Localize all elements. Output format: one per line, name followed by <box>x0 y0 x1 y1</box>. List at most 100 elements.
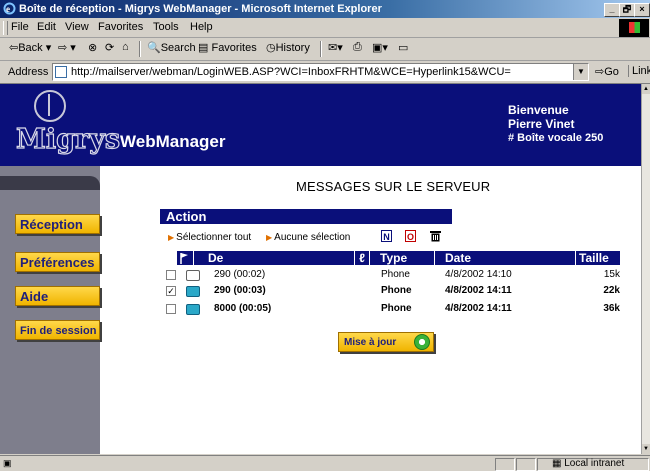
minimize-button[interactable]: _ <box>604 3 620 17</box>
go-button[interactable]: ⇨Go <box>595 65 619 78</box>
select-none-label: Aucune sélection <box>274 232 351 243</box>
unread-message-icon <box>186 304 200 315</box>
refresh-icon <box>414 334 430 350</box>
refresh-button[interactable]: ⟳ <box>105 41 114 54</box>
message-checkbox[interactable] <box>166 304 176 314</box>
svg-text:e: e <box>6 4 10 14</box>
menu-tools[interactable]: Tools <box>153 21 179 33</box>
refresh-page-icon: ⟳ <box>105 42 115 54</box>
mail-icon: ✉▾ <box>328 42 343 54</box>
date-column-header[interactable]: Date <box>435 251 575 265</box>
favorites-label: Favorites <box>211 42 257 54</box>
bullet-arrow-icon: ▶ <box>266 233 273 242</box>
nav-reception[interactable]: Réception <box>15 214 100 234</box>
security-zone: ▦ Local intranet <box>552 458 624 469</box>
mail-button[interactable]: ✉▾ <box>328 41 343 54</box>
print-button[interactable]: ⎙ <box>353 41 362 54</box>
migrys-logo: Migrys <box>15 123 121 155</box>
from-column-header[interactable]: De <box>194 251 354 265</box>
search-icon: 🔍 <box>147 42 161 54</box>
select-all-link[interactable]: ▶ Sélectionner tout <box>168 232 251 243</box>
history-label: History <box>275 42 310 54</box>
home-button[interactable]: ⌂ <box>122 41 129 53</box>
window-title-bar[interactable]: e Boîte de réception - Migrys WebManager… <box>0 0 650 18</box>
home-icon: ⌂ <box>122 41 129 53</box>
message-row[interactable]: 8000 (00:05) Phone 4/8/2002 14:11 36k <box>160 301 620 317</box>
page-icon <box>55 66 67 78</box>
message-checkbox[interactable]: ✓ <box>166 286 176 296</box>
address-dropdown-icon[interactable]: ▼ <box>573 64 588 80</box>
bullet-arrow-icon: ▶ <box>168 233 175 242</box>
maximize-button[interactable]: 🗗 <box>619 3 635 17</box>
migrys-logo-emblem <box>34 90 66 122</box>
message-type: Phone <box>381 303 412 314</box>
zone-label: Local intranet <box>564 458 625 469</box>
stop-icon: ⊗ <box>88 42 98 54</box>
welcome-block: Bienvenue Pierre Vinet # Boîte vocale 25… <box>508 103 603 145</box>
forward-arrow-icon: ⇨ ▾ <box>58 42 76 54</box>
nav-logout[interactable]: Fin de session <box>15 320 100 340</box>
update-button[interactable]: Mise à jour <box>338 332 434 352</box>
flag-column-header[interactable] <box>177 251 193 265</box>
menu-file[interactable]: File <box>11 21 29 33</box>
back-button[interactable]: ⇦Back ▾ <box>9 41 51 54</box>
back-label: Back <box>18 42 43 54</box>
user-name: Pierre Vinet <box>508 117 575 131</box>
menu-help[interactable]: Help <box>190 21 213 33</box>
message-from[interactable]: 290 (00:02) <box>214 269 265 280</box>
links-button[interactable]: Links <box>628 65 650 77</box>
page-title: MESSAGES SUR LE SERVEUR <box>296 179 491 194</box>
back-arrow-icon: ⇦ <box>9 42 19 54</box>
message-from[interactable]: 8000 (00:05) <box>214 303 271 314</box>
select-none-link[interactable]: ▶ Aucune sélection <box>266 232 350 243</box>
nav-preferences[interactable]: Préférences <box>15 252 100 272</box>
page-content: Migrys WebManager Bienvenue Pierre Vinet… <box>0 84 641 454</box>
address-input[interactable]: http://mailserver/webman/LoginWEB.ASP?WC… <box>52 63 589 81</box>
menu-view[interactable]: View <box>65 21 89 33</box>
nav-help[interactable]: Aide <box>15 286 100 306</box>
vertical-scrollbar[interactable]: ▲ ▼ <box>641 84 650 454</box>
standard-toolbar: ⇦Back ▾ ⇨ ▾ ⊗ ⟳ ⌂ 🔍Search ▤ Favorites ◷H… <box>0 38 650 61</box>
product-name: WebManager <box>120 132 226 151</box>
edit-page-icon: ▣▾ <box>372 42 388 54</box>
search-label: Search <box>160 42 196 54</box>
go-arrow-icon: ⇨ <box>595 66 605 78</box>
message-row[interactable]: 290 (00:02) Phone 4/8/2002 14:10 15k <box>160 267 620 283</box>
history-button[interactable]: ◷History <box>266 41 310 54</box>
size-column-header[interactable]: Taille <box>576 251 620 265</box>
attachment-column-header[interactable]: ℓ <box>355 251 369 265</box>
message-row[interactable]: ✓ 290 (00:03) Phone 4/8/2002 14:11 22k <box>160 283 620 299</box>
paperclip-icon: ℓ <box>359 251 365 265</box>
close-button[interactable]: × <box>634 3 650 17</box>
menu-favorites[interactable]: Favorites <box>98 21 143 33</box>
scroll-down-icon[interactable]: ▼ <box>642 444 650 454</box>
intranet-icon: ▦ <box>552 458 562 469</box>
toolbar-grip[interactable] <box>3 21 8 35</box>
address-url[interactable]: http://mailserver/webman/LoginWEB.ASP?WC… <box>71 66 571 78</box>
type-column-header[interactable]: Type <box>370 251 434 265</box>
favorites-button[interactable]: ▤ Favorites <box>198 41 257 54</box>
printer-icon: ⎙ <box>353 41 362 53</box>
status-bar: ▣ ▦ Local intranet <box>0 455 650 471</box>
discuss-button[interactable]: ▭ <box>398 41 408 54</box>
nav-panel-cap <box>0 176 100 190</box>
edit-button[interactable]: ▣▾ <box>372 41 388 54</box>
message-from[interactable]: 290 (00:03) <box>214 285 266 296</box>
scroll-up-icon[interactable]: ▲ <box>642 84 650 94</box>
mark-new-icon[interactable]: N <box>381 230 392 242</box>
left-navigation: Réception Préférences Aide Fin de sessio… <box>0 166 100 454</box>
messages-table-header: De ℓ Type Date Taille <box>160 251 620 265</box>
page-header: Migrys WebManager Bienvenue Pierre Vinet… <box>0 84 641 166</box>
trash-icon[interactable] <box>430 230 441 242</box>
search-button[interactable]: 🔍Search <box>147 41 196 54</box>
stop-button[interactable]: ⊗ <box>88 41 97 54</box>
history-icon: ◷ <box>266 42 276 54</box>
go-label: Go <box>604 66 619 78</box>
mark-old-icon[interactable]: O <box>405 230 416 242</box>
message-size: 15k <box>603 269 620 280</box>
menu-edit[interactable]: Edit <box>37 21 56 33</box>
message-date: 4/8/2002 14:11 <box>445 303 512 314</box>
forward-button[interactable]: ⇨ ▾ <box>58 41 76 54</box>
message-type: Phone <box>381 285 412 296</box>
message-checkbox[interactable] <box>166 270 176 280</box>
